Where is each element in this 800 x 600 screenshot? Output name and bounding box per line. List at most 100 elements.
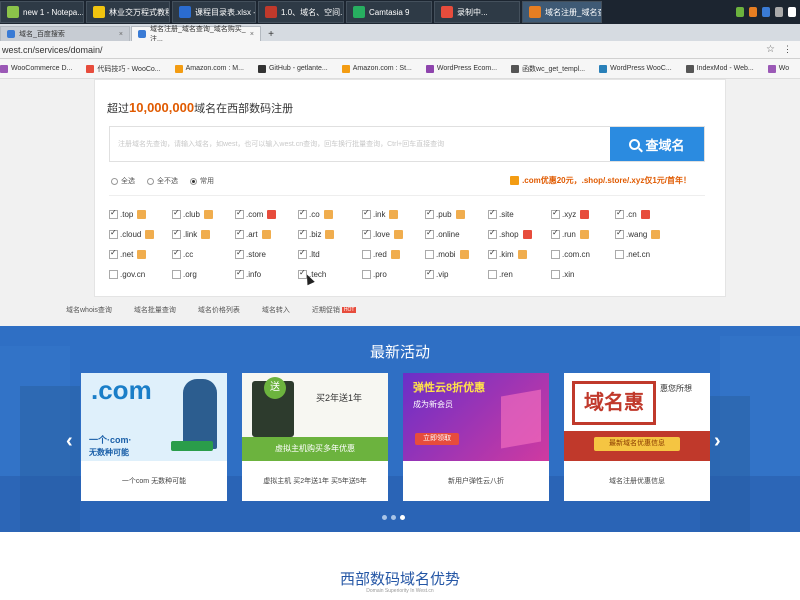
taskbar-item[interactable]: 林业交万程式教程 bbox=[86, 1, 170, 23]
tld-option[interactable]: .site bbox=[488, 208, 514, 219]
bookmark-item[interactable]: IndexMod - Web... bbox=[685, 64, 754, 73]
tld-option[interactable]: .store bbox=[235, 248, 266, 259]
bookmark-item[interactable]: WooCommerce D... bbox=[0, 64, 72, 73]
tab-west-domain[interactable]: 域名注册_域名查询_域名购买_注... × bbox=[131, 26, 261, 43]
tld-option[interactable]: .online bbox=[425, 228, 460, 239]
tld-option[interactable]: .love bbox=[362, 228, 403, 239]
checkbox[interactable] bbox=[615, 228, 624, 239]
taskbar-item[interactable]: new 1 - Notepa... bbox=[0, 1, 84, 23]
checkbox[interactable] bbox=[172, 228, 181, 239]
checkbox[interactable] bbox=[488, 208, 497, 219]
tld-option[interactable]: .mobi bbox=[425, 250, 469, 259]
checkbox[interactable] bbox=[109, 270, 118, 279]
close-icon[interactable]: × bbox=[250, 31, 254, 38]
bookmark-item[interactable]: Amazon.com : M... bbox=[174, 64, 244, 73]
prev-arrow-icon[interactable]: ‹ bbox=[66, 430, 73, 453]
select-option[interactable]: 全选 bbox=[111, 176, 135, 186]
tld-option[interactable]: .ren bbox=[488, 270, 513, 279]
checkbox[interactable] bbox=[488, 270, 497, 279]
tray-icon[interactable] bbox=[788, 7, 796, 17]
domain-search-input[interactable] bbox=[110, 127, 596, 161]
menu-icon[interactable]: ⋮ bbox=[783, 44, 792, 55]
tld-option[interactable]: .club bbox=[172, 208, 213, 219]
tld-option[interactable]: .ink bbox=[362, 208, 399, 219]
taskbar-item[interactable]: Camtasia 9 bbox=[346, 1, 432, 23]
slide-cloud[interactable]: 弹性云8折优惠 成为新会员 立即领取 新用户弹性云八折 bbox=[403, 373, 549, 501]
subnav-link[interactable]: 近期促销 HOT bbox=[312, 305, 357, 315]
checkbox[interactable] bbox=[109, 208, 118, 219]
tab-baidu[interactable]: 域名_百度搜索 × bbox=[0, 26, 130, 41]
checkbox[interactable] bbox=[615, 208, 624, 219]
tld-option[interactable]: .net bbox=[109, 248, 147, 259]
checkbox[interactable] bbox=[551, 208, 560, 219]
bookmark-item[interactable]: WordPress WooC... bbox=[599, 64, 672, 73]
checkbox[interactable] bbox=[109, 248, 118, 259]
subnav-link[interactable]: 域名批量查询 bbox=[134, 305, 176, 315]
bookmark-star-icon[interactable]: ☆ bbox=[766, 44, 775, 55]
tld-option[interactable]: .xyz bbox=[551, 208, 590, 219]
checkbox[interactable] bbox=[425, 208, 434, 219]
tld-option[interactable]: .link bbox=[172, 228, 211, 239]
slide-hosting[interactable]: 送 买2年送1年 虚拟主机购买多年优惠 虚拟主机 买2年送1年 买5年送5年 bbox=[242, 373, 388, 501]
checkbox[interactable] bbox=[235, 248, 244, 259]
carousel-dot-active[interactable] bbox=[400, 515, 405, 520]
tray-icon[interactable] bbox=[736, 7, 744, 17]
checkbox[interactable] bbox=[362, 250, 371, 259]
next-arrow-icon[interactable]: › bbox=[714, 430, 721, 453]
tld-option[interactable]: .pro bbox=[362, 270, 387, 279]
checkbox[interactable] bbox=[362, 208, 371, 219]
checkbox[interactable] bbox=[551, 250, 560, 259]
tld-option[interactable]: .top bbox=[109, 208, 147, 219]
checkbox[interactable] bbox=[551, 270, 560, 279]
address-bar[interactable]: west.cn/services/domain/ ☆ ⋮ bbox=[0, 41, 800, 59]
taskbar-item[interactable]: 录制中... bbox=[434, 1, 520, 23]
tld-option[interactable]: .pub bbox=[425, 208, 465, 219]
tld-option[interactable]: .biz bbox=[298, 228, 335, 239]
bookmark-item[interactable]: 函数wc_get_templ... bbox=[511, 64, 585, 74]
tld-option[interactable]: .net.cn bbox=[615, 250, 650, 259]
checkbox[interactable] bbox=[425, 268, 434, 279]
new-tab-button[interactable]: + bbox=[264, 29, 278, 41]
tld-option[interactable]: .cn bbox=[615, 208, 650, 219]
tray-icon[interactable] bbox=[775, 7, 783, 17]
checkbox[interactable] bbox=[235, 228, 244, 239]
tld-option[interactable]: .com.cn bbox=[551, 250, 590, 259]
tld-option[interactable]: .cc bbox=[172, 248, 193, 259]
subnav-link[interactable]: 域名转入 bbox=[262, 305, 290, 315]
select-option[interactable]: 全不选 bbox=[147, 176, 178, 186]
taskbar-item[interactable]: 课程目录表.xlsx - ... bbox=[172, 1, 256, 23]
subnav-link[interactable]: 域名价格列表 bbox=[198, 305, 240, 315]
promo-text[interactable]: .com优惠20元，.shop/.store/.xyz仅1元/首年！ bbox=[510, 175, 691, 186]
tld-option[interactable]: .shop bbox=[488, 228, 532, 239]
bookmark-item[interactable]: Amazon.com : St... bbox=[341, 64, 412, 73]
tld-option[interactable]: .ltd bbox=[298, 248, 320, 259]
tray-icon[interactable] bbox=[762, 7, 770, 17]
select-option[interactable]: 常用 bbox=[190, 176, 214, 186]
tld-option[interactable]: .red bbox=[362, 250, 400, 259]
tld-option[interactable]: .vip bbox=[425, 268, 448, 279]
checkbox[interactable] bbox=[615, 250, 624, 259]
checkbox[interactable] bbox=[172, 248, 181, 259]
radio-button[interactable] bbox=[190, 177, 197, 185]
bookmark-item[interactable]: GitHub - getlante... bbox=[257, 64, 328, 73]
tld-option[interactable]: .gov.cn bbox=[109, 270, 145, 279]
checkbox[interactable] bbox=[362, 270, 371, 279]
tld-option[interactable]: .xin bbox=[551, 270, 574, 279]
subnav-link[interactable]: 域名whois查询 bbox=[66, 305, 112, 315]
tld-option[interactable]: .kim bbox=[488, 248, 527, 259]
checkbox[interactable] bbox=[362, 228, 371, 239]
tray-icon[interactable] bbox=[749, 7, 757, 17]
radio-button[interactable] bbox=[147, 177, 154, 185]
checkbox[interactable] bbox=[172, 208, 181, 219]
bookmark-item[interactable]: Wo bbox=[767, 64, 789, 73]
tld-option[interactable]: .run bbox=[551, 228, 589, 239]
url-text[interactable]: west.cn/services/domain/ bbox=[0, 45, 103, 55]
checkbox[interactable] bbox=[425, 250, 434, 259]
tld-option[interactable]: .art bbox=[235, 228, 271, 239]
search-domain-button[interactable]: 查域名 bbox=[610, 127, 704, 161]
checkbox[interactable] bbox=[425, 228, 434, 239]
checkbox[interactable] bbox=[172, 270, 181, 279]
checkbox[interactable] bbox=[488, 248, 497, 259]
tld-option[interactable]: .wang bbox=[615, 228, 661, 239]
tld-option[interactable]: .info bbox=[235, 268, 261, 279]
